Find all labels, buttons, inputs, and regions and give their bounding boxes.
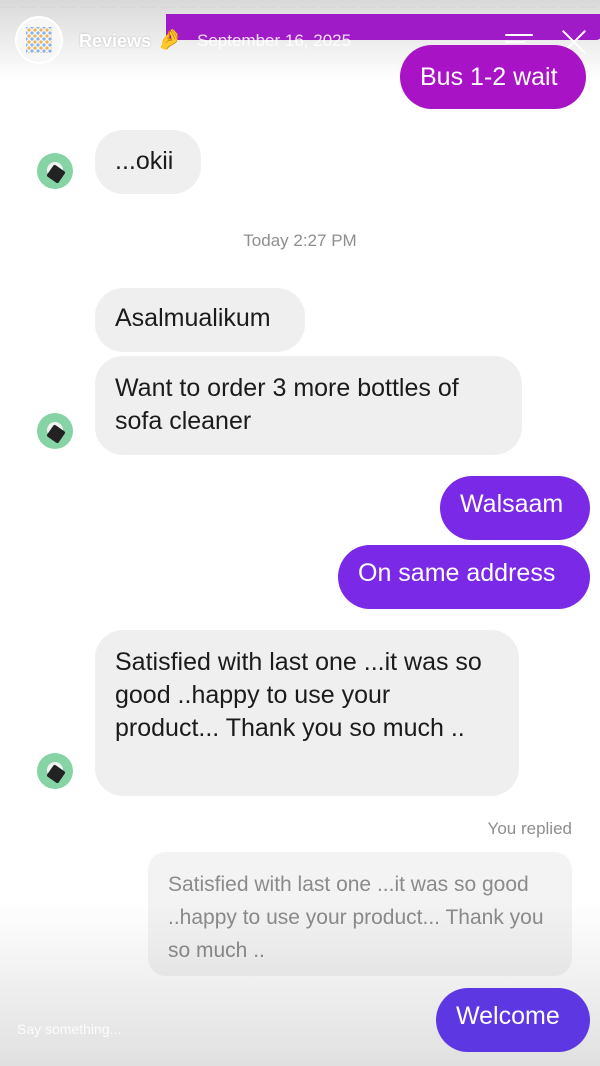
account-name[interactable]: Reviews xyxy=(79,31,151,52)
message-same-address: On same address xyxy=(338,545,590,609)
message-order: Want to order 3 more bottles of sofa cle… xyxy=(95,356,522,455)
message-okii: ...okii xyxy=(95,130,201,194)
reply-input[interactable]: Say something... xyxy=(17,1021,121,1037)
message-bus-wait: Bus 1-2 wait xyxy=(400,45,586,109)
message-walsaam: Walsaam xyxy=(440,476,590,540)
you-replied-label: You replied xyxy=(487,819,572,838)
story-date: September 16, 2025 xyxy=(197,31,352,50)
account-avatar[interactable] xyxy=(17,18,61,62)
contact-avatar xyxy=(37,753,73,789)
dot-grid-logo-icon xyxy=(26,27,52,53)
message-salam: Asalmualikum xyxy=(95,288,305,352)
contact-avatar xyxy=(37,413,73,449)
pinched-fingers-emoji: 🤌 xyxy=(157,29,182,51)
message-satisfied: Satisfied with last one ...it was so goo… xyxy=(95,630,519,796)
conversation-timestamp: Today 2:27 PM xyxy=(243,231,357,250)
message-welcome: Welcome xyxy=(436,988,590,1052)
contact-avatar xyxy=(37,153,73,189)
